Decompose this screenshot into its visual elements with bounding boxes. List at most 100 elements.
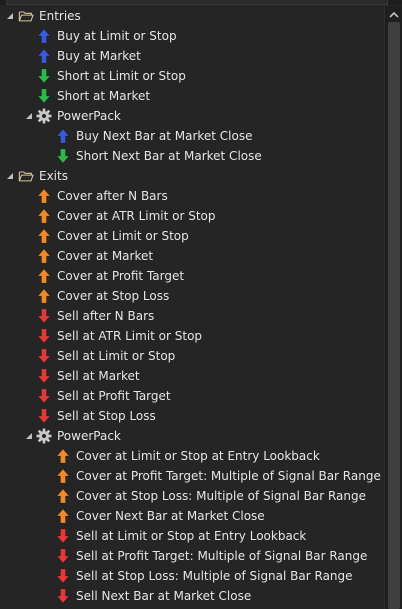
tree-item[interactable]: Buy Next Bar at Market Close (0, 126, 382, 146)
buy-arrow-icon (55, 128, 71, 144)
scrollbar-thumb[interactable] (388, 22, 400, 609)
cover-arrow-icon (55, 468, 71, 484)
tree-item-label: Sell at Limit or Stop at Entry Lookback (76, 529, 307, 543)
cover-arrow-icon (36, 208, 52, 224)
tree-item-label: Sell at Market (57, 369, 140, 383)
folder-open-icon (18, 8, 34, 24)
tree-item-label: Sell at Profit Target: Multiple of Signa… (76, 549, 368, 563)
cover-arrow-icon (36, 188, 52, 204)
cover-arrow-icon (36, 248, 52, 264)
tree-item[interactable]: Short at Limit or Stop (0, 66, 382, 86)
tree-item[interactable]: Cover at ATR Limit or Stop (0, 206, 382, 226)
tree-item-label: Sell at Stop Loss (57, 409, 156, 423)
sell-arrow-icon (55, 528, 71, 544)
short-arrow-icon (36, 68, 52, 84)
tree-item[interactable]: Sell after N Bars (0, 306, 382, 326)
tree-item[interactable]: Sell Next Bar at Market Close (0, 586, 382, 606)
tree-item[interactable]: Sell at Limit or Stop at Entry Lookback (0, 526, 382, 546)
tree-item-label: Buy at Market (57, 49, 141, 63)
tree-item[interactable]: Cover at Limit or Stop (0, 226, 382, 246)
tree-item-label: Cover at ATR Limit or Stop (57, 209, 216, 223)
sell-arrow-icon (36, 388, 52, 404)
buy-arrow-icon (36, 48, 52, 64)
gear-icon (36, 428, 52, 444)
tree-item-label: Buy at Limit or Stop (57, 29, 177, 43)
tree-item[interactable]: Short Next Bar at Market Close (0, 146, 382, 166)
tree-item-label: Sell after N Bars (57, 309, 155, 323)
expanded-icon[interactable] (5, 11, 15, 21)
sell-arrow-icon (36, 408, 52, 424)
tree-item[interactable]: Cover at Profit Target: Multiple of Sign… (0, 466, 382, 486)
tree-item-label: Cover at Market (57, 249, 154, 263)
tree-item[interactable]: Buy at Limit or Stop (0, 26, 382, 46)
tree-item-label: Sell at ATR Limit or Stop (57, 329, 203, 343)
tree-item-label: Cover at Limit or Stop at Entry Lookback (76, 449, 320, 463)
chevron-up-icon[interactable] (385, 6, 402, 22)
gear-icon (36, 108, 52, 124)
tree-item[interactable]: Sell at Profit Target: Multiple of Signa… (0, 546, 382, 566)
tree-item[interactable]: Sell at Stop Loss (0, 406, 382, 426)
tree-item[interactable]: Cover at Market (0, 246, 382, 266)
tree-item-label: Cover at Stop Loss (57, 289, 170, 303)
sell-arrow-icon (36, 368, 52, 384)
tree-item-label: Sell at Limit or Stop (57, 349, 176, 363)
tree-item-label: Short at Market (57, 89, 151, 103)
tree-item[interactable]: Sell at ATR Limit or Stop (0, 326, 382, 346)
header-strip (6, 0, 388, 5)
tree-item[interactable]: Cover at Profit Target (0, 266, 382, 286)
tree-item-label: Sell at Stop Loss: Multiple of Signal Ba… (76, 569, 353, 583)
tree-item-label: Short Next Bar at Market Close (76, 149, 262, 163)
tree-item[interactable]: Sell at Market (0, 366, 382, 386)
tree-item[interactable]: Cover at Limit or Stop at Entry Lookback (0, 446, 382, 466)
vertical-scrollbar[interactable] (384, 6, 402, 609)
tree-item-label: Cover at Stop Loss: Multiple of Signal B… (76, 489, 367, 503)
tree-item-label: Buy Next Bar at Market Close (76, 129, 253, 143)
sell-arrow-icon (55, 568, 71, 584)
expanded-icon[interactable] (24, 111, 34, 121)
tree-item[interactable]: Short at Market (0, 86, 382, 106)
tree-item-label: Cover after N Bars (57, 189, 168, 203)
tree-item-label: Cover at Limit or Stop (57, 229, 189, 243)
tree-item-label: Short at Limit or Stop (57, 69, 186, 83)
tree-item-label: Cover at Profit Target: Multiple of Sign… (76, 469, 381, 483)
short-arrow-icon (55, 148, 71, 164)
sell-arrow-icon (55, 548, 71, 564)
top-border (0, 0, 402, 5)
tree-item[interactable]: Buy at Market (0, 46, 382, 66)
expanded-icon[interactable] (24, 431, 34, 441)
tree-item-label: Cover at Profit Target (57, 269, 185, 283)
tree-item[interactable]: Cover Next Bar at Market Close (0, 506, 382, 526)
tree-item[interactable]: PowerPack (0, 106, 382, 126)
cover-arrow-icon (55, 488, 71, 504)
folder-open-icon (18, 168, 34, 184)
cover-arrow-icon (55, 448, 71, 464)
tree-item[interactable]: Exits (0, 166, 382, 186)
tree-item[interactable]: Sell at Profit Target (0, 386, 382, 406)
sell-arrow-icon (36, 328, 52, 344)
cover-arrow-icon (36, 268, 52, 284)
buy-arrow-icon (36, 28, 52, 44)
tree-item[interactable]: Cover at Stop Loss: Multiple of Signal B… (0, 486, 382, 506)
tree-item-label: Sell at Profit Target (57, 389, 171, 403)
cover-arrow-icon (55, 508, 71, 524)
tree-item[interactable]: Cover at Stop Loss (0, 286, 382, 306)
expanded-icon[interactable] (5, 171, 15, 181)
cover-arrow-icon (36, 228, 52, 244)
short-arrow-icon (36, 88, 52, 104)
strategy-tree[interactable]: Entries Buy at Limit or Stop Buy at Market… (0, 6, 382, 609)
tree-item-label: Sell Next Bar at Market Close (76, 589, 252, 603)
cover-arrow-icon (36, 288, 52, 304)
sell-arrow-icon (36, 308, 52, 324)
tree-item-label: Exits (39, 169, 68, 183)
tree-item-label: Entries (39, 9, 81, 23)
sell-arrow-icon (55, 588, 71, 604)
tree-item[interactable]: Sell at Stop Loss: Multiple of Signal Ba… (0, 566, 382, 586)
tree-item[interactable]: Entries (0, 6, 382, 26)
sell-arrow-icon (36, 348, 52, 364)
tree-item-label: PowerPack (57, 109, 121, 123)
tree-item-label: Cover Next Bar at Market Close (76, 509, 265, 523)
tree-item[interactable]: Sell at Limit or Stop (0, 346, 382, 366)
tree-item[interactable]: Cover after N Bars (0, 186, 382, 206)
tree-item[interactable]: PowerPack (0, 426, 382, 446)
tree-item-label: PowerPack (57, 429, 121, 443)
